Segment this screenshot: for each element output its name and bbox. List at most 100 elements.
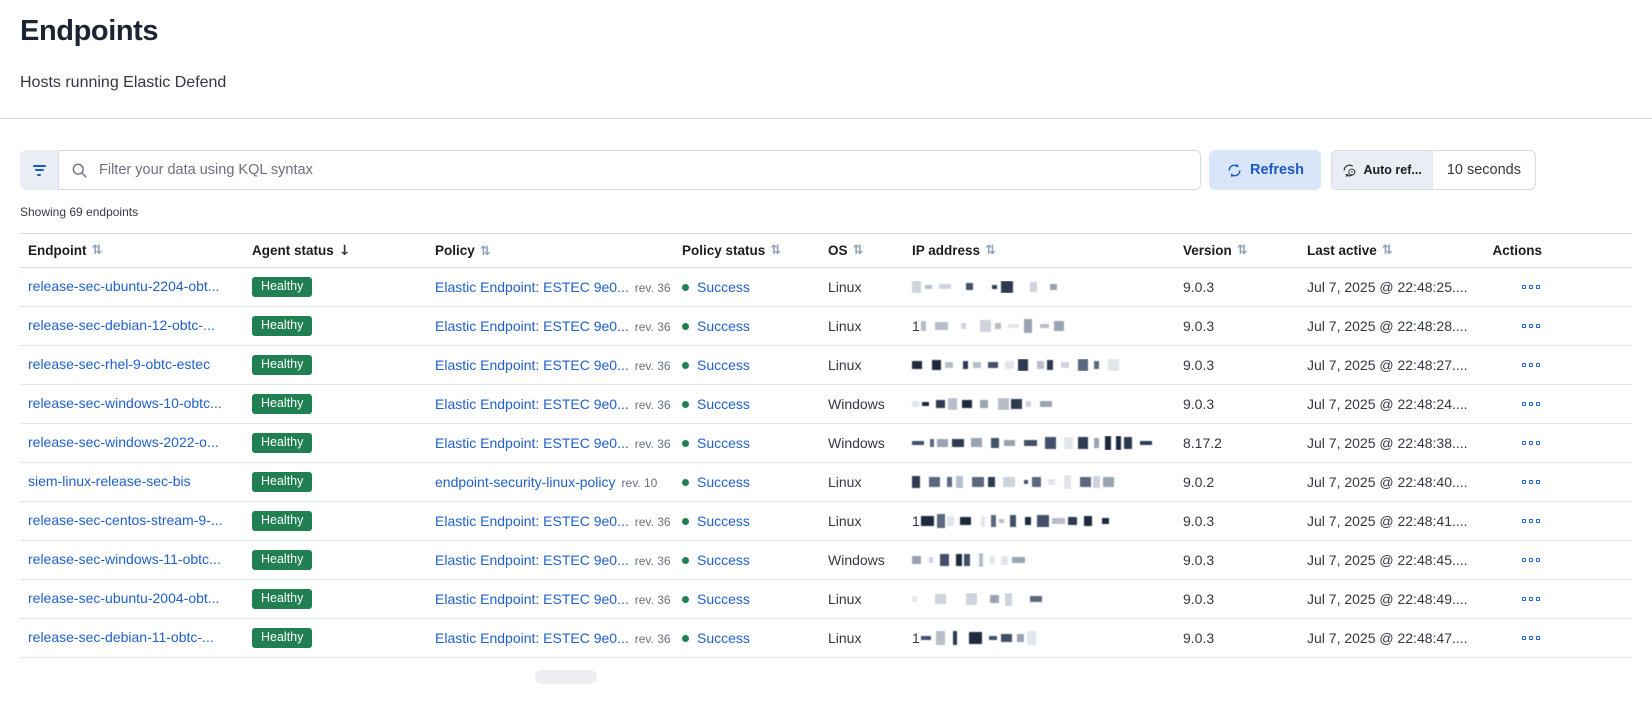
os-cell: Windows: [820, 396, 904, 412]
column-header-policy-status[interactable]: Policy status⇅: [674, 243, 820, 258]
column-header-version[interactable]: Version⇅: [1175, 243, 1299, 258]
redacted-ip-block: [1094, 361, 1099, 368]
endpoint-host-link[interactable]: release-sec-windows-10-obtc...: [28, 395, 222, 411]
policy-revision: rev. 36: [635, 320, 671, 334]
ip-address-cell: [904, 475, 1175, 489]
actions-ellipsis-icon: [1536, 597, 1541, 602]
policy-status-link[interactable]: Success: [697, 357, 750, 373]
endpoint-host-link[interactable]: release-sec-centos-stream-9-...: [28, 512, 223, 528]
endpoint-host-link[interactable]: release-sec-debian-12-obtc-...: [28, 317, 215, 333]
row-actions-button[interactable]: [1520, 437, 1543, 450]
actions-ellipsis-icon: [1522, 363, 1527, 368]
agent-status-badge: Healthy: [252, 589, 312, 610]
policy-link[interactable]: Elastic Endpoint: ESTEC 9e0...: [435, 357, 629, 373]
endpoints-table: Endpoint⇅Agent status↓Policy⇅Policy stat…: [20, 233, 1632, 658]
endpoint-table-row: release-sec-debian-11-obtc-...HealthyEla…: [20, 619, 1632, 658]
filter-toggle-button[interactable]: [20, 150, 58, 190]
actions-ellipsis-icon: [1536, 402, 1541, 407]
endpoint-host-link[interactable]: release-sec-ubuntu-2004-obt...: [28, 590, 219, 606]
ip-address-cell: 1: [904, 513, 1175, 529]
row-actions-button[interactable]: [1520, 320, 1543, 333]
endpoint-host-link[interactable]: release-sec-ubuntu-2204-obt...: [28, 278, 219, 294]
policy-link[interactable]: Elastic Endpoint: ESTEC 9e0...: [435, 279, 629, 295]
redacted-ip-block: [991, 438, 999, 447]
policy-link[interactable]: Elastic Endpoint: ESTEC 9e0...: [435, 396, 629, 412]
redacted-ip-block: [1011, 399, 1022, 408]
last-active-cell: Jul 7, 2025 @ 22:48:45....: [1299, 552, 1491, 568]
kql-search-input[interactable]: [97, 161, 1188, 179]
policy-link[interactable]: Elastic Endpoint: ESTEC 9e0...: [435, 513, 629, 529]
row-actions-button[interactable]: [1520, 632, 1543, 645]
actions-ellipsis-icon: [1522, 480, 1527, 485]
ip-address-cell: [904, 553, 1175, 567]
actions-ellipsis-icon: [1536, 324, 1541, 329]
endpoint-host-link[interactable]: release-sec-debian-11-obtc-...: [28, 629, 214, 645]
kql-search-box[interactable]: [58, 150, 1201, 190]
column-header-agent-status[interactable]: Agent status↓: [244, 243, 427, 259]
redacted-ip-block: [1008, 324, 1019, 329]
row-actions-button[interactable]: [1520, 554, 1543, 567]
os-cell: Linux: [820, 279, 904, 295]
actions-ellipsis-icon: [1529, 636, 1534, 641]
endpoint-host-link[interactable]: siem-linux-release-sec-bis: [28, 473, 191, 489]
policy-status-link[interactable]: Success: [697, 513, 750, 529]
column-header-endpoint[interactable]: Endpoint⇅: [20, 243, 244, 258]
sortable-icon: ⇅: [480, 244, 491, 259]
policy-status-dot: [682, 323, 689, 330]
policy-revision: rev. 36: [635, 398, 671, 412]
redacted-ip-block: [1068, 517, 1077, 525]
redacted-ip-block: [1105, 436, 1111, 450]
endpoint-host-link[interactable]: release-sec-windows-2022-o...: [28, 434, 219, 450]
policy-link[interactable]: Elastic Endpoint: ESTEC 9e0...: [435, 630, 629, 646]
endpoint-host-link[interactable]: release-sec-rhel-9-obtc-estec: [28, 356, 210, 372]
policy-status-link[interactable]: Success: [697, 591, 750, 607]
redacted-ip-block: [1040, 401, 1052, 407]
version-cell: 9.0.3: [1175, 552, 1299, 568]
redacted-ip-block: [912, 281, 921, 294]
row-actions-button[interactable]: [1520, 593, 1543, 606]
policy-status-link[interactable]: Success: [697, 474, 750, 490]
row-actions-button[interactable]: [1520, 398, 1543, 411]
policy-link[interactable]: Elastic Endpoint: ESTEC 9e0...: [435, 552, 629, 568]
row-actions-button[interactable]: [1520, 281, 1543, 294]
policy-status-link[interactable]: Success: [697, 279, 750, 295]
horizontal-scrollbar-thumb[interactable]: [535, 670, 597, 684]
row-actions-button[interactable]: [1520, 476, 1543, 489]
policy-revision: rev. 36: [635, 281, 671, 295]
actions-ellipsis-icon: [1536, 285, 1541, 290]
policy-link[interactable]: endpoint-security-linux-policy: [435, 474, 616, 490]
row-actions-button[interactable]: [1520, 359, 1543, 372]
column-header-ip-address[interactable]: IP address⇅: [904, 243, 1175, 258]
auto-refresh-toggle[interactable]: Auto ref...: [1332, 151, 1432, 189]
endpoint-host-link[interactable]: release-sec-windows-11-obtc...: [28, 551, 221, 567]
refresh-button[interactable]: Refresh: [1209, 150, 1321, 190]
ip-address-cell: [904, 593, 1175, 606]
actions-ellipsis-icon: [1529, 441, 1534, 446]
policy-status-link[interactable]: Success: [697, 318, 750, 334]
actions-ellipsis-icon: [1529, 480, 1534, 485]
redacted-ip-block: [947, 516, 954, 526]
table-header-row: Endpoint⇅Agent status↓Policy⇅Policy stat…: [20, 233, 1632, 268]
redacted-ip-block: [1005, 361, 1015, 369]
os-cell: Windows: [820, 552, 904, 568]
policy-link[interactable]: Elastic Endpoint: ESTEC 9e0...: [435, 435, 629, 451]
policy-link[interactable]: Elastic Endpoint: ESTEC 9e0...: [435, 591, 629, 607]
column-header-policy[interactable]: Policy⇅: [427, 243, 674, 259]
policy-status-link[interactable]: Success: [697, 435, 750, 451]
redacted-ip-block: [1026, 401, 1031, 406]
auto-refresh-interval[interactable]: 10 seconds: [1433, 151, 1535, 189]
redacted-ip-block: [989, 636, 997, 640]
redacted-ip-block: [1024, 440, 1036, 447]
policy-status-link[interactable]: Success: [697, 630, 750, 646]
policy-status-dot: [682, 596, 689, 603]
row-actions-button[interactable]: [1520, 515, 1543, 528]
version-cell: 8.17.2: [1175, 435, 1299, 451]
policy-status-dot: [682, 518, 689, 525]
policy-status-link[interactable]: Success: [697, 552, 750, 568]
redacted-ip-block: [1001, 281, 1013, 294]
policy-link[interactable]: Elastic Endpoint: ESTEC 9e0...: [435, 318, 629, 334]
column-header-last-active[interactable]: Last active⇅: [1299, 243, 1491, 258]
column-header-os[interactable]: OS⇅: [820, 243, 904, 258]
policy-status-link[interactable]: Success: [697, 396, 750, 412]
redacted-ip-block: [963, 361, 968, 368]
